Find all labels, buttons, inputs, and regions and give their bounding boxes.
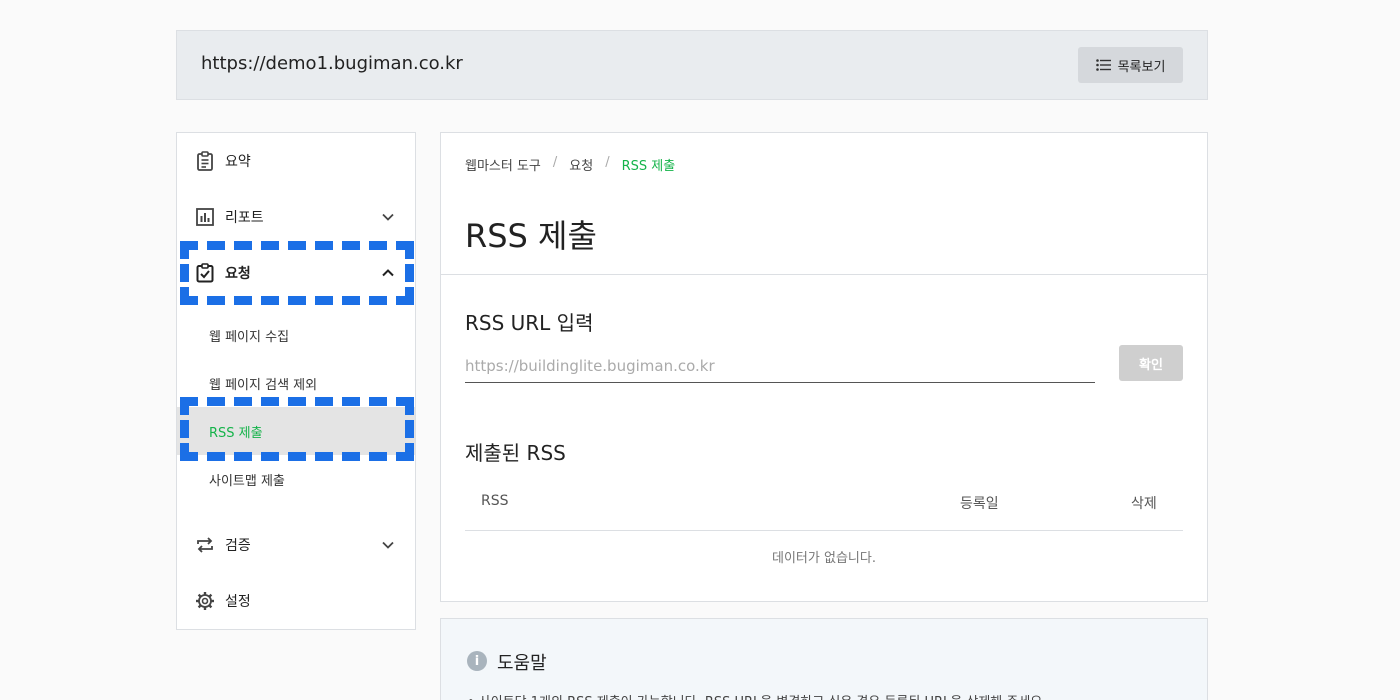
help-panel: i 도움말 • 사이트당 1개의 RSS 제출이 가능합니다. RSS URL을… — [440, 618, 1208, 700]
divider — [441, 274, 1207, 275]
chevron-down-icon — [382, 213, 394, 221]
sidebar-item-label: 설정 — [225, 594, 251, 610]
sidebar-subitem-label: 사이트맵 제출 — [209, 473, 285, 489]
list-view-button[interactable]: 목록보기 — [1078, 47, 1183, 83]
repeat-icon — [197, 537, 213, 553]
sidebar-subitem-search-exclude[interactable]: 웹 페이지 검색 제외 — [177, 359, 415, 407]
sidebar-subitem-label: 웹 페이지 검색 제외 — [209, 377, 318, 393]
breadcrumb-request[interactable]: 요청 — [569, 155, 593, 174]
site-url-bar: https://demo1.bugiman.co.kr 목록보기 — [176, 30, 1208, 100]
column-delete: 삭제 — [1131, 496, 1157, 512]
sidebar-subitem-page-crawl[interactable]: 웹 페이지 수집 — [177, 311, 415, 359]
sidebar-item-settings[interactable]: 설정 — [177, 573, 415, 629]
breadcrumb-separator: / — [552, 155, 558, 170]
chevron-up-icon — [382, 269, 394, 277]
sidebar-item-label: 요청 — [225, 266, 251, 282]
empty-table-message: 데이터가 없습니다. — [772, 551, 876, 566]
clipboard-icon — [197, 151, 213, 171]
help-title: 도움말 — [497, 653, 547, 674]
rss-table-header: RSS 등록일 삭제 — [465, 481, 1183, 531]
sidebar-item-report[interactable]: 리포트 — [177, 189, 415, 245]
sidebar-subitem-label: RSS 제출 — [209, 425, 263, 441]
page-title: RSS 제출 — [465, 217, 597, 255]
sidebar: 요약 리포트 요청 웹 페이지 수집 웹 페이지 검색 제외 RSS 제출 사이… — [176, 132, 416, 630]
sidebar-subitem-label: 웹 페이지 수집 — [209, 329, 290, 345]
sidebar-item-label: 리포트 — [225, 210, 264, 226]
gear-icon — [196, 592, 214, 610]
sidebar-subitem-sitemap-submit[interactable]: 사이트맵 제출 — [177, 455, 415, 503]
site-url: https://demo1.bugiman.co.kr — [201, 53, 463, 74]
column-registered-date: 등록일 — [960, 496, 999, 512]
help-text: • 사이트당 1개의 RSS 제출이 가능합니다. RSS URL을 변경하고 … — [467, 691, 1046, 700]
sidebar-item-verify[interactable]: 검증 — [177, 517, 415, 573]
sidebar-item-label: 검증 — [225, 538, 251, 554]
chevron-down-icon — [382, 541, 394, 549]
sidebar-item-request[interactable]: 요청 — [177, 245, 415, 301]
list-view-label: 목록보기 — [1117, 59, 1166, 75]
breadcrumb-separator: / — [605, 155, 610, 170]
sidebar-subitem-rss-submit[interactable]: RSS 제출 — [177, 407, 415, 455]
column-rss: RSS — [481, 493, 509, 509]
submitted-rss-title: 제출된 RSS — [465, 441, 566, 465]
rss-submit-panel: 웹마스터 도구 / 요청 / RSS 제출 RSS 제출 RSS URL 입력 … — [440, 132, 1208, 602]
rss-url-label: RSS URL 입력 — [465, 311, 594, 335]
breadcrumb: 웹마스터 도구 / 요청 / RSS 제출 — [465, 155, 675, 174]
list-icon — [1095, 59, 1111, 71]
clipboard-check-icon — [196, 263, 214, 283]
sidebar-item-label: 요약 — [225, 154, 251, 170]
bar-chart-icon — [196, 208, 214, 226]
sidebar-item-summary[interactable]: 요약 — [177, 133, 415, 189]
breadcrumb-current: RSS 제출 — [621, 159, 676, 174]
breadcrumb-webmaster[interactable]: 웹마스터 도구 — [465, 155, 541, 174]
confirm-button[interactable]: 확인 — [1119, 345, 1183, 381]
rss-url-input[interactable] — [465, 349, 1095, 383]
info-icon: i — [467, 651, 487, 671]
